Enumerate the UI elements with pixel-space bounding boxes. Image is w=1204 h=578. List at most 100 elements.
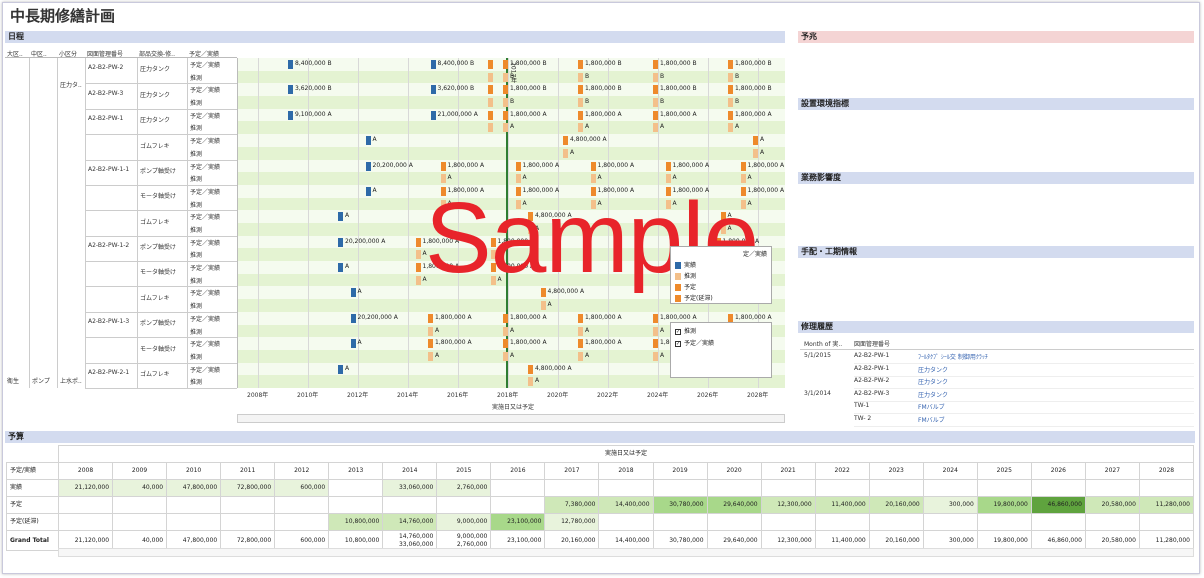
gantt-bar[interactable] <box>528 225 533 234</box>
gantt-bar[interactable] <box>503 123 508 133</box>
gantt-bar[interactable] <box>415 275 421 285</box>
gantt-bar[interactable] <box>753 136 758 146</box>
history-part-link[interactable]: FMバルブ <box>918 415 945 424</box>
gantt-bar[interactable] <box>430 110 436 120</box>
gantt-bar[interactable] <box>288 85 293 95</box>
filter-item[interactable]: ✓ 推測 <box>675 326 767 335</box>
gantt-bar[interactable] <box>428 351 433 361</box>
column-header[interactable]: 大区.. <box>7 49 28 58</box>
history-part-link[interactable]: ﾌｰﾙﾀｸﾌﾟ ｼｰﾙ交 制御用ｸﾗｯﾁ <box>918 352 988 361</box>
gantt-bar[interactable] <box>440 186 446 196</box>
gantt-bar[interactable] <box>430 60 436 69</box>
gantt-bar[interactable] <box>288 110 293 120</box>
history-part-link[interactable]: 圧力タンク <box>918 377 948 386</box>
checkbox[interactable]: ✓ <box>675 328 681 335</box>
gantt-bar[interactable] <box>430 85 436 95</box>
gantt-bar[interactable] <box>720 225 726 234</box>
gantt-bar[interactable] <box>440 161 446 171</box>
gantt-bar[interactable] <box>740 186 746 196</box>
gantt-bar[interactable] <box>578 110 583 120</box>
gantt-bar[interactable] <box>653 98 658 108</box>
gantt-bar[interactable] <box>515 161 521 171</box>
gantt-bar[interactable] <box>415 263 421 273</box>
gantt-bar[interactable] <box>515 199 521 209</box>
gantt-bar[interactable] <box>488 85 493 95</box>
gantt-bar[interactable] <box>728 98 733 108</box>
gantt-bar[interactable] <box>753 148 758 158</box>
budget-scrollbar[interactable] <box>58 548 1194 557</box>
gantt-bar[interactable] <box>515 186 521 196</box>
gantt-bar[interactable] <box>503 72 508 82</box>
gantt-bar[interactable] <box>490 275 496 285</box>
gantt-bar[interactable] <box>515 174 521 184</box>
gantt-bar[interactable] <box>728 123 733 133</box>
gantt-bar[interactable] <box>578 326 583 336</box>
gantt-bar[interactable] <box>563 136 568 146</box>
gantt-bar[interactable] <box>578 339 583 349</box>
gantt-bar[interactable] <box>528 212 533 222</box>
gantt-bar[interactable] <box>653 339 658 349</box>
gantt-bar[interactable] <box>578 123 583 133</box>
gantt-bar[interactable] <box>740 199 746 209</box>
gantt-bar[interactable] <box>415 250 421 260</box>
gantt-bar[interactable] <box>720 212 726 222</box>
gantt-bar[interactable] <box>540 301 546 311</box>
gantt-bar[interactable] <box>540 288 546 298</box>
gantt-bar[interactable] <box>490 263 496 273</box>
gantt-bar[interactable] <box>288 60 293 69</box>
gantt-bar[interactable] <box>578 313 583 323</box>
gantt-bar[interactable] <box>365 161 371 171</box>
gantt-bar[interactable] <box>365 186 371 196</box>
checkbox[interactable]: ✓ <box>675 340 681 347</box>
gantt-bar[interactable] <box>428 313 433 323</box>
gantt-bar[interactable] <box>665 199 671 209</box>
gantt-bar[interactable] <box>490 250 496 260</box>
horizontal-scrollbar[interactable] <box>237 414 785 423</box>
gantt-bar[interactable] <box>503 351 508 361</box>
gantt-bar[interactable] <box>665 186 671 196</box>
gantt-bar[interactable] <box>350 339 356 349</box>
gantt-bar[interactable] <box>653 60 658 69</box>
gantt-bar[interactable] <box>740 174 746 184</box>
column-header[interactable]: 予定／実績 <box>189 49 236 58</box>
gantt-bar[interactable] <box>503 339 508 349</box>
gantt-bar[interactable] <box>428 326 433 336</box>
gantt-bar[interactable] <box>488 123 493 133</box>
gantt-bar[interactable] <box>415 237 421 247</box>
gantt-bar[interactable] <box>503 326 508 336</box>
gantt-bar[interactable] <box>590 174 596 184</box>
gantt-bar[interactable] <box>653 85 658 95</box>
gantt-bar[interactable] <box>578 72 583 82</box>
gantt-bar[interactable] <box>740 161 746 171</box>
gantt-bar[interactable] <box>653 123 658 133</box>
gantt-bar[interactable] <box>488 98 493 108</box>
gantt-bar[interactable] <box>338 364 343 374</box>
gantt-bar[interactable] <box>653 72 658 82</box>
gantt-bar[interactable] <box>365 136 371 146</box>
history-part-link[interactable]: 圧力タンク <box>918 390 948 399</box>
gantt-bar[interactable] <box>578 60 583 69</box>
gantt-bar[interactable] <box>665 174 671 184</box>
gantt-bar[interactable] <box>503 60 508 69</box>
gantt-bar[interactable] <box>665 161 671 171</box>
gantt-bar[interactable] <box>728 85 733 95</box>
gantt-bar[interactable] <box>528 377 533 387</box>
gantt-bar[interactable] <box>578 98 583 108</box>
filter-popup[interactable]: ✓ 推測 ✓ 予定／実績 <box>670 322 772 378</box>
gantt-bar[interactable] <box>590 186 596 196</box>
column-header[interactable]: 図面管理番号 <box>87 49 136 58</box>
gantt-bar[interactable] <box>503 313 508 323</box>
gantt-bar[interactable] <box>503 110 508 120</box>
gantt-bar[interactable] <box>728 60 733 69</box>
gantt-bar[interactable] <box>503 85 508 95</box>
gantt-bar[interactable] <box>488 72 493 82</box>
gantt-bar[interactable] <box>578 85 583 95</box>
gantt-bar[interactable] <box>490 237 496 247</box>
column-header[interactable]: 小区分 <box>59 49 84 58</box>
column-header[interactable]: 部品交換-修.. <box>139 49 186 58</box>
gantt-bar[interactable] <box>350 313 356 323</box>
gantt-bar[interactable] <box>488 110 493 120</box>
gantt-bar[interactable] <box>653 351 658 361</box>
gantt-bar[interactable] <box>653 326 658 336</box>
column-header[interactable]: 中区.. <box>31 49 56 58</box>
